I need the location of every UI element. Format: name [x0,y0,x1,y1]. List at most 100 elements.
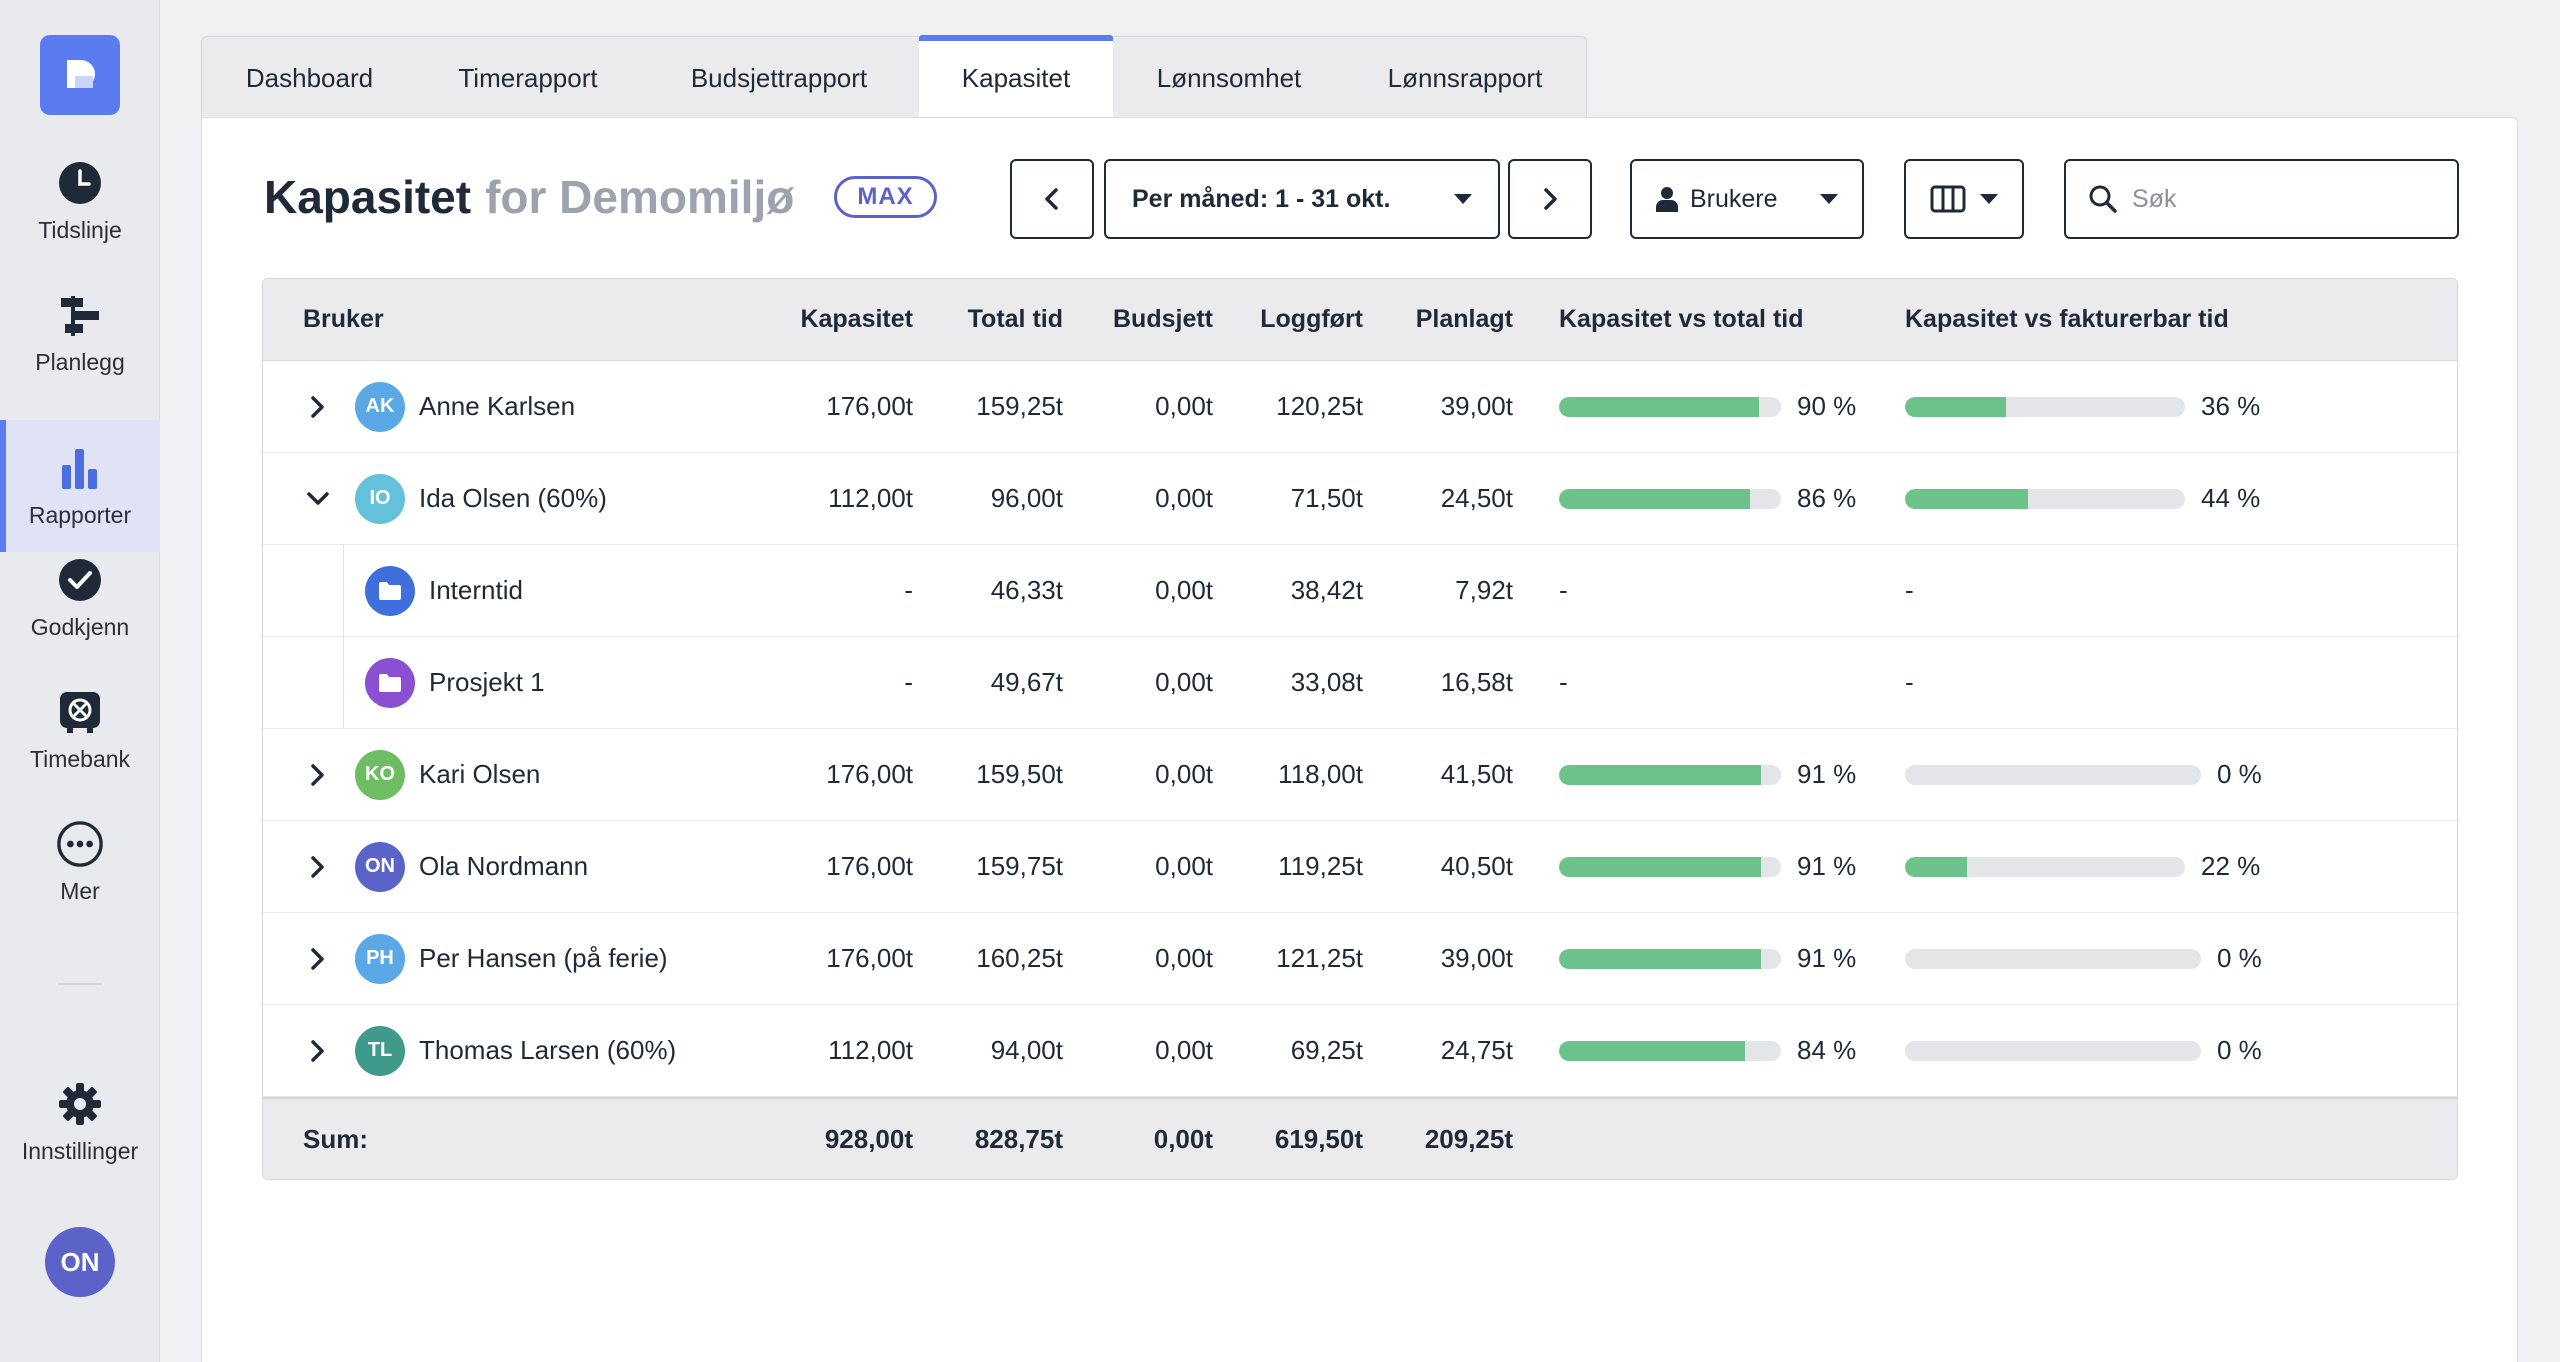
columns-icon [1930,185,1966,213]
subrow-indent-line [343,545,344,636]
col-header-total-tid[interactable]: Total tid [913,305,1063,334]
tab-timerapport[interactable]: Timerapport [417,37,639,119]
sidebar-item-label: Timebank [29,745,131,772]
capacity-billable-bar-fill [1905,856,1967,877]
users-filter-select[interactable]: Brukere [1630,159,1864,239]
table-row[interactable]: PH Per Hansen (på ferie) 176,00t 160,25t 0,0… [263,913,2457,1005]
chevron-right-icon[interactable] [303,854,333,880]
gear-icon [56,1080,104,1128]
chevron-right-icon[interactable] [303,946,333,972]
cell-planlagt: 16,58t [1440,667,1513,697]
search-icon [2089,185,2117,213]
chevron-right-icon[interactable] [303,394,333,420]
cell-total-tid: 159,25t [976,391,1063,421]
col-header-kapasitet[interactable]: Kapasitet [743,305,913,334]
table-row[interactable]: AK Anne Karlsen 176,00t 159,25t 0,00t 120,25t… [263,361,2457,453]
clock-icon [56,159,104,207]
cell-total-tid: 159,75t [976,851,1063,881]
cell-kapasitet: - [904,667,913,697]
capacity-total-bar [1559,764,1781,785]
col-header-bruker[interactable]: Bruker [263,305,743,334]
col-header-budsjett[interactable]: Budsjett [1063,305,1213,334]
chevron-right-icon[interactable] [303,1038,333,1064]
table-subrow: Prosjekt 1 - 49,67t 0,00t 33,08t 16,58t - - [263,637,2457,729]
sidebar-item-tidslinje[interactable]: Tidslinje [0,135,160,267]
cell-total-tid: 46,33t [990,575,1063,605]
capacity-total-pct: 91 % [1797,943,1857,973]
sidebar-item-innstillinger[interactable]: Innstillinger [0,1056,160,1188]
cell-planlagt: 39,00t [1440,943,1513,973]
cell-loggfort: 38,42t [1290,575,1363,605]
cell-planlagt: 40,50t [1440,851,1513,881]
cell-planlagt: 7,92t [1455,575,1513,605]
sidebar-item-mer[interactable]: Mer [0,796,160,928]
user-avatar[interactable]: ON [45,1227,115,1297]
capacity-billable-pct: 0 % [2217,1035,2262,1065]
sidebar-item-planlegg[interactable]: Planlegg [0,267,160,399]
cell-loggfort: 71,50t [1290,483,1363,513]
sum-total-tid: 828,75t [974,1123,1063,1154]
avatar: ON [355,841,405,892]
tab-budsjettrapport[interactable]: Budsjettrapport [639,37,919,119]
capacity-billable-pct: - [1905,575,1914,605]
table-body: AK Anne Karlsen 176,00t 159,25t 0,00t 120,25t… [263,361,2457,1097]
col-header-kap-vs-total[interactable]: Kapasitet vs total tid [1513,305,1905,334]
col-header-planlagt[interactable]: Planlagt [1363,305,1513,334]
capacity-total-pct: 91 % [1797,759,1857,789]
col-header-kap-vs-fakturerbar[interactable]: Kapasitet vs fakturerbar tid [1905,305,2305,334]
subrow-indent-line [343,637,344,728]
table-row[interactable]: ON Ola Nordmann 176,00t 159,75t 0,00t 119,25t… [263,821,2457,913]
plan-badge: MAX [834,176,937,218]
cell-total-tid: 96,00t [990,483,1063,513]
sum-planlagt: 209,25t [1424,1123,1513,1154]
cell-budsjett: 0,00t [1155,483,1213,513]
next-period-button[interactable] [1508,159,1592,239]
capacity-billable-pct: 44 % [2201,483,2261,513]
capacity-total-bar [1559,1040,1781,1061]
sidebar-item-godkjenn[interactable]: Godkjenn [0,532,160,664]
capacity-billable-pct: 0 % [2217,943,2262,973]
col-header-loggfort[interactable]: Loggført [1213,305,1363,334]
table-row[interactable]: TL Thomas Larsen (60%) 112,00t 94,00t 0,00t 6… [263,1005,2457,1097]
folder-icon [365,657,415,708]
users-filter-label: Brukere [1690,184,1778,213]
avatar: PH [355,933,405,984]
tab-lonnsrapport[interactable]: Lønnsrapport [1345,37,1585,119]
chevron-right-icon [1544,188,1557,210]
cell-budsjett: 0,00t [1155,759,1213,789]
cell-kapasitet: 176,00t [826,391,913,421]
sidebar-item-timebank[interactable]: Timebank [0,664,160,796]
tab-dashboard[interactable]: Dashboard [202,37,417,119]
cell-kapasitet: 176,00t [826,759,913,789]
user-name: Anne Karlsen [419,391,576,421]
capacity-billable-bar [1905,488,2185,509]
sidebar-item-label: Innstillinger [21,1137,139,1164]
cell-loggfort: 33,08t [1290,667,1363,697]
table-row[interactable]: KO Kari Olsen 176,00t 159,50t 0,00t 118,00t 41… [263,729,2457,821]
cell-loggfort: 120,25t [1276,391,1363,421]
capacity-total-bar-fill [1559,948,1762,969]
folder-icon [365,565,415,616]
table-row[interactable]: IO Ida Olsen (60%) 112,00t 96,00t 0,00t 71,50… [263,453,2457,545]
sum-budsjett: 0,00t [1153,1123,1213,1154]
prev-period-button[interactable] [1010,159,1094,239]
capacity-total-pct: 86 % [1797,483,1857,513]
tab-lonnsomhet[interactable]: Lønnsomhet [1113,37,1345,119]
chevron-right-icon[interactable] [303,762,333,788]
search-box[interactable] [2064,159,2459,239]
cell-total-tid: 94,00t [990,1035,1063,1065]
columns-select[interactable] [1904,159,2024,239]
period-select[interactable]: Per måned: 1 - 31 okt. [1104,159,1500,239]
cell-total-tid: 159,50t [976,759,1063,789]
app-logo[interactable] [40,35,120,115]
chevron-down-icon[interactable] [303,490,333,508]
cell-budsjett: 0,00t [1155,943,1213,973]
caret-down-icon [1454,194,1472,204]
capacity-total-pct: 90 % [1797,391,1857,421]
capacity-billable-bar [1905,396,2185,417]
cell-budsjett: 0,00t [1155,391,1213,421]
search-input[interactable] [2132,184,2432,214]
tab-kapasitet[interactable]: Kapasitet [919,35,1113,119]
sum-kapasitet: 928,00t [824,1123,913,1154]
bar-chart-icon [56,444,104,492]
